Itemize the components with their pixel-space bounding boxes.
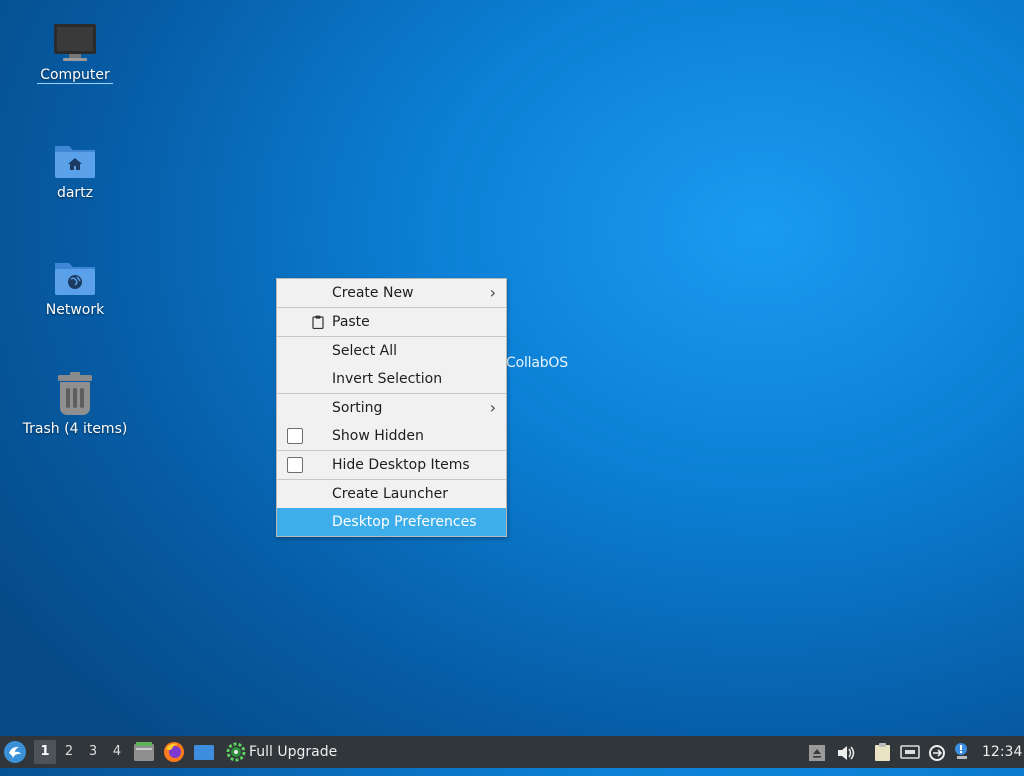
firefox-launcher[interactable]: [163, 736, 185, 768]
menu-item-label: Create Launcher: [332, 486, 449, 502]
show-desktop-button[interactable]: [193, 736, 215, 768]
lxqt-logo-icon: [4, 741, 26, 763]
notification-alert-icon[interactable]: [952, 742, 970, 760]
workspace-3-button[interactable]: 3: [82, 736, 104, 768]
hide-desktop-items-checkbox[interactable]: [287, 457, 303, 473]
menu-item-invert-selection[interactable]: Invert Selection: [277, 365, 506, 393]
show-hidden-checkbox[interactable]: [287, 428, 303, 444]
desktop-icon-network[interactable]: Network: [10, 257, 140, 318]
menu-item-select-all[interactable]: Select All: [277, 337, 506, 365]
network-folder-icon: [55, 263, 95, 295]
desktop[interactable]: Computer dartz Network Trash (4 items) C…: [0, 0, 1024, 736]
menu-item-label: Paste: [332, 314, 370, 330]
menu-item-label: Invert Selection: [332, 371, 443, 387]
task-label: Full Upgrade: [249, 744, 338, 760]
menu-item-label: Sorting: [332, 400, 383, 416]
file-manager-launcher[interactable]: [133, 736, 155, 768]
menu-item-label: Hide Desktop Items: [332, 457, 470, 473]
file-manager-icon: [134, 742, 154, 761]
desktop-icon-computer[interactable]: Computer: [10, 22, 140, 84]
menu-item-create-new[interactable]: Create New ›: [277, 279, 506, 307]
chevron-right-icon: ›: [489, 398, 496, 417]
workspace-4-button[interactable]: 4: [106, 736, 128, 768]
desktop-icon-trash[interactable]: Trash (4 items): [10, 372, 140, 437]
menu-item-label: Show Hidden: [332, 428, 424, 444]
home-folder-icon: [55, 146, 95, 178]
chevron-right-icon: ›: [489, 283, 496, 302]
menu-item-desktop-preferences[interactable]: Desktop Preferences: [277, 508, 506, 536]
workspace-2-button[interactable]: 2: [58, 736, 80, 768]
desktop-icon-label: Computer: [37, 67, 113, 84]
menu-item-paste[interactable]: Paste: [277, 308, 506, 336]
task-full-upgrade[interactable]: Full Upgrade: [224, 736, 344, 768]
desktop-icon-label: Network: [45, 302, 105, 318]
clock[interactable]: 12:34: [982, 736, 1022, 768]
eject-icon[interactable]: [809, 745, 825, 761]
computer-icon: [54, 24, 96, 61]
update-notifier-icon[interactable]: [928, 744, 946, 762]
volume-icon[interactable]: [837, 745, 855, 761]
workspace-1-button[interactable]: 1: [34, 740, 56, 764]
menu-item-label: Desktop Preferences: [332, 514, 477, 530]
taskbar: 1 2 3 4 Full Upgrade 12:34: [0, 736, 1024, 768]
menu-item-label: Create New: [332, 285, 414, 301]
menu-item-sorting[interactable]: Sorting ›: [277, 394, 506, 422]
desktop-icon-home[interactable]: dartz: [10, 140, 140, 201]
start-menu-button[interactable]: [3, 736, 29, 768]
clipboard-manager-icon[interactable]: [874, 742, 892, 762]
menu-item-show-hidden[interactable]: Show Hidden: [277, 422, 506, 450]
trash-icon: [58, 372, 92, 415]
wallpaper-logo-text: CollabOS: [506, 355, 568, 371]
menu-item-label: Select All: [332, 343, 397, 359]
firefox-icon: [164, 742, 184, 762]
desktop-icon-label: Trash (4 items): [22, 421, 128, 437]
desktop-context-menu: Create New › Paste Select All Invert Sel…: [276, 278, 507, 537]
desktop-icon-label: dartz: [56, 185, 94, 201]
gear-icon: [226, 742, 246, 762]
menu-item-create-launcher[interactable]: Create Launcher: [277, 480, 506, 508]
desktop-icon: [194, 745, 214, 760]
menu-item-hide-desktop-items[interactable]: Hide Desktop Items: [277, 451, 506, 479]
network-wired-icon[interactable]: [900, 745, 920, 761]
clipboard-icon: [312, 315, 324, 329]
